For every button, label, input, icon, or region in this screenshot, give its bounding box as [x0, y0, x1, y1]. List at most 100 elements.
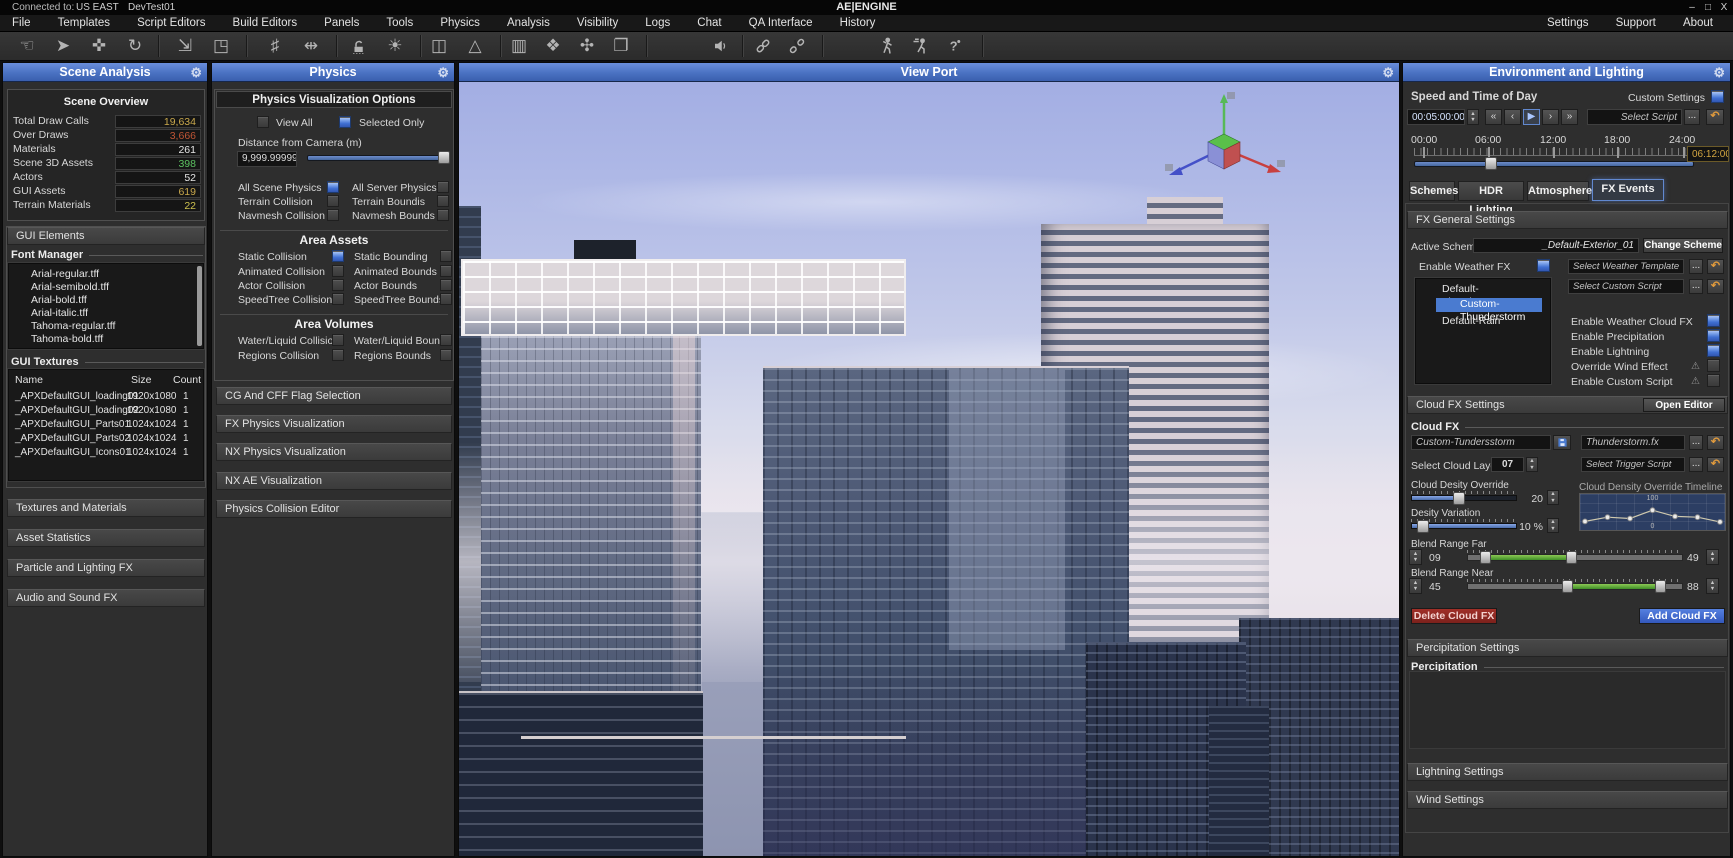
section-fx-general[interactable]: FX General Settings [1407, 211, 1728, 229]
browse-custom-script-button[interactable]: ... [1689, 279, 1703, 294]
blend-far-slider[interactable] [1467, 550, 1683, 563]
unlock-tool-icon[interactable] [344, 34, 374, 58]
font-item[interactable]: Tahoma-regular.tff [11, 320, 195, 333]
checkbox[interactable] [327, 195, 339, 207]
distance-slider[interactable] [307, 155, 447, 161]
checkbox[interactable] [327, 181, 339, 193]
font-item[interactable]: Arial-regular.tff [11, 268, 195, 281]
section-asset-statistics[interactable]: Asset Statistics [7, 529, 205, 547]
rewind-button[interactable]: « [1485, 109, 1502, 125]
blend-far-low-spinner[interactable]: ▲▼ [1409, 549, 1422, 565]
section-fx-physics-viz[interactable]: FX Physics Visualization [216, 415, 452, 433]
selected-only-checkbox[interactable] [339, 116, 351, 128]
blend-near-low-spinner[interactable]: ▲▼ [1409, 578, 1422, 594]
cloud-name-input[interactable]: Custom-Tundersstorm [1411, 435, 1551, 450]
checkbox[interactable] [437, 209, 449, 221]
checkbox[interactable] [1707, 344, 1720, 357]
section-cg-cff-flag[interactable]: CG And CFF Flag Selection [216, 387, 452, 405]
package-icon[interactable]: ◫ [424, 34, 454, 58]
font-item[interactable]: Arial-semibold.tff [11, 281, 195, 294]
menu-build-editors[interactable]: Build Editors [221, 15, 310, 32]
list-item[interactable]: Default-Rain [1418, 315, 1542, 328]
checkbox[interactable] [332, 349, 344, 361]
checkbox[interactable] [332, 250, 344, 262]
menu-analysis[interactable]: Analysis [495, 15, 562, 32]
gear-icon[interactable]: ⚙ [1382, 63, 1394, 82]
time-slider-handle[interactable] [1485, 157, 1497, 170]
section-lightning[interactable]: Lightning Settings [1407, 763, 1728, 781]
minimize-button[interactable]: – [1685, 0, 1699, 15]
brightness-icon[interactable]: ☀ [380, 34, 410, 58]
distance-slider-handle[interactable] [438, 151, 450, 164]
section-precipitation[interactable]: Percipitation Settings [1407, 639, 1728, 657]
list-item-selected[interactable]: Custom-Thunderstorm [1436, 298, 1542, 312]
menu-settings[interactable]: Settings [1535, 15, 1601, 32]
delete-cloud-fx-button[interactable]: Delete Cloud FX [1411, 608, 1497, 624]
run-nav-icon[interactable] [906, 34, 936, 58]
viewport-header[interactable]: View Port⚙ [459, 63, 1399, 82]
fast-forward-button[interactable]: » [1561, 109, 1578, 125]
undo-script-button[interactable]: ↶ [1706, 109, 1724, 125]
add-cloud-fx-button[interactable]: Add Cloud FX [1639, 608, 1725, 624]
custom-settings-checkbox[interactable] [1711, 90, 1724, 103]
section-physics-collision-editor[interactable]: Physics Collision Editor [216, 500, 452, 518]
checkbox[interactable] [440, 279, 452, 291]
enable-weather-checkbox[interactable] [1537, 259, 1550, 272]
checkbox[interactable] [440, 334, 452, 346]
move-tool-icon[interactable]: ✜ [84, 34, 114, 58]
section-gui-elements[interactable]: GUI Elements [7, 227, 205, 245]
menu-script-editors[interactable]: Script Editors [125, 15, 217, 32]
menu-physics[interactable]: Physics [428, 15, 492, 32]
cloud-layer-value[interactable]: 07 [1491, 457, 1524, 472]
browse-script-button[interactable]: ... [1684, 109, 1700, 125]
font-item[interactable]: Tahoma-bold.tff [11, 333, 195, 346]
browse-trigger-button[interactable]: ... [1689, 457, 1703, 472]
select-script-input[interactable]: Select Script [1587, 109, 1682, 125]
scene-analysis-header[interactable]: Scene Analysis⚙ [3, 63, 207, 82]
orientation-gizmo[interactable] [1159, 88, 1289, 184]
tab-hdr-lighting[interactable]: HDR Lighting [1458, 181, 1524, 201]
section-audio-sound-fx[interactable]: Audio and Sound FX [7, 589, 205, 607]
grid-snap-icon[interactable]: ♯ [260, 34, 290, 58]
section-wind[interactable]: Wind Settings [1407, 791, 1728, 809]
checkbox[interactable] [1707, 329, 1720, 342]
walk-nav-icon[interactable] [872, 34, 902, 58]
density-override-slider[interactable] [1411, 491, 1517, 502]
audio-icon[interactable] [706, 34, 736, 58]
maximize-button[interactable]: □ [1701, 0, 1715, 15]
menu-support[interactable]: Support [1604, 15, 1668, 32]
align-tool-icon[interactable]: ⇹ [296, 34, 326, 58]
checkbox[interactable] [440, 265, 452, 277]
play-button[interactable]: ▶ [1523, 109, 1540, 125]
checkbox[interactable] [332, 279, 344, 291]
checkbox[interactable] [327, 209, 339, 221]
browse-fx-button[interactable]: ... [1689, 435, 1703, 450]
checkbox[interactable] [1707, 314, 1720, 327]
blend-far-high-spinner[interactable]: ▲▼ [1706, 549, 1719, 565]
checkbox[interactable] [332, 293, 344, 305]
distance-input[interactable]: 9,999.99999 [237, 151, 297, 167]
checkbox[interactable] [332, 334, 344, 346]
menu-about[interactable]: About [1671, 15, 1725, 32]
save-cloud-button[interactable] [1553, 435, 1571, 450]
col-count[interactable]: Count [173, 374, 201, 387]
cloud-layer-spinner[interactable]: ▲▼ [1526, 457, 1538, 472]
cloud-fx-file-input[interactable]: Thunderstorm.fx [1581, 435, 1685, 450]
gear-icon[interactable]: ⚙ [437, 63, 449, 82]
close-button[interactable]: X [1717, 0, 1731, 15]
menu-templates[interactable]: Templates [46, 15, 122, 32]
section-nx-ae-viz[interactable]: NX AE Visualization [216, 472, 452, 490]
open-editor-button[interactable]: Open Editor [1643, 398, 1725, 412]
gear-icon[interactable]: ⚙ [1713, 63, 1725, 82]
menu-history[interactable]: History [828, 15, 888, 32]
tab-fx-events[interactable]: FX Events [1592, 179, 1664, 201]
section-nx-physics-viz[interactable]: NX Physics Visualization [216, 443, 452, 461]
menu-panels[interactable]: Panels [312, 15, 371, 32]
custom-script-input[interactable]: Select Custom Script [1568, 279, 1684, 294]
undo-template-button[interactable]: ↶ [1707, 259, 1724, 274]
menu-logs[interactable]: Logs [633, 15, 682, 32]
active-scheme-input[interactable]: _Default-Exterior_01 [1473, 238, 1639, 253]
help-nav-icon[interactable]: ? [940, 34, 970, 58]
step-back-button[interactable]: ‹ [1504, 109, 1521, 125]
grab-hand-icon[interactable]: ☜ [12, 34, 42, 58]
